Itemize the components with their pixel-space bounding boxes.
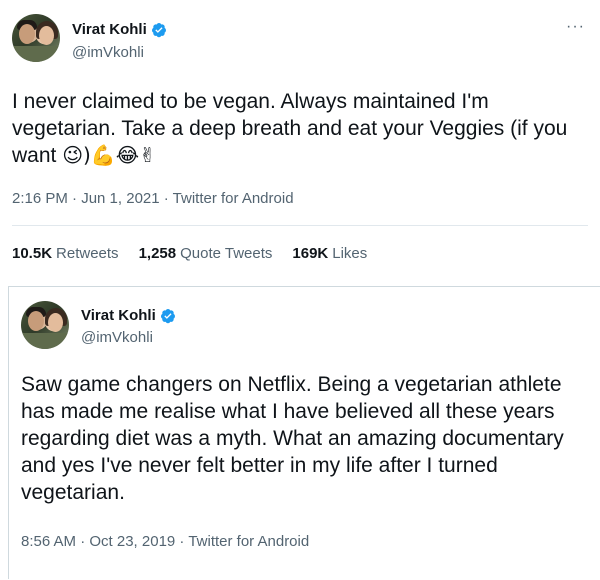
more-options-icon[interactable]: ··· (566, 18, 585, 36)
tweet-text: I never claimed to be vegan. Always main… (12, 88, 590, 169)
author-handle[interactable]: @imVkohli (81, 329, 153, 346)
author-handle[interactable]: @imVkohli (72, 44, 144, 61)
quotes-count: 1,258 (138, 245, 177, 262)
quote-tweets-stat[interactable]: 1,258 Quote Tweets (139, 245, 273, 262)
tweet-main[interactable]: Virat Kohli @imVkohli ··· I never claime… (0, 0, 600, 278)
likes-stat[interactable]: 169K Likes (292, 245, 367, 262)
verified-badge-icon (151, 22, 166, 37)
tweet-text: Saw game changers on Netflix. Being a ve… (21, 373, 564, 504)
retweets-label: Retweets (56, 245, 119, 262)
tweet-timestamp[interactable]: 2:16 PM · Jun 1, 2021 · Twitter for Andr… (12, 190, 294, 207)
likes-count: 169K (292, 245, 329, 262)
quotes-label: Quote Tweets (180, 245, 273, 262)
tweet-emojis: 😉)💪😂✌ (62, 143, 156, 167)
likes-label: Likes (332, 245, 368, 262)
divider (12, 225, 588, 226)
profile-avatar[interactable] (21, 301, 69, 349)
tweet-secondary[interactable]: Virat Kohli @imVkohli Saw game changers … (8, 286, 600, 579)
author-name[interactable]: Virat Kohli (72, 21, 147, 38)
retweets-count: 10.5K (12, 245, 53, 262)
verified-badge-icon (160, 308, 175, 323)
tweet-timestamp[interactable]: 8:56 AM · Oct 23, 2019 · Twitter for And… (21, 533, 309, 550)
engagement-stats: 10.5K Retweets 1,258 Quote Tweets 169K Like… (12, 245, 367, 262)
profile-avatar[interactable] (12, 14, 60, 62)
retweets-stat[interactable]: 10.5K Retweets (12, 245, 119, 262)
author-name[interactable]: Virat Kohli (81, 307, 156, 324)
